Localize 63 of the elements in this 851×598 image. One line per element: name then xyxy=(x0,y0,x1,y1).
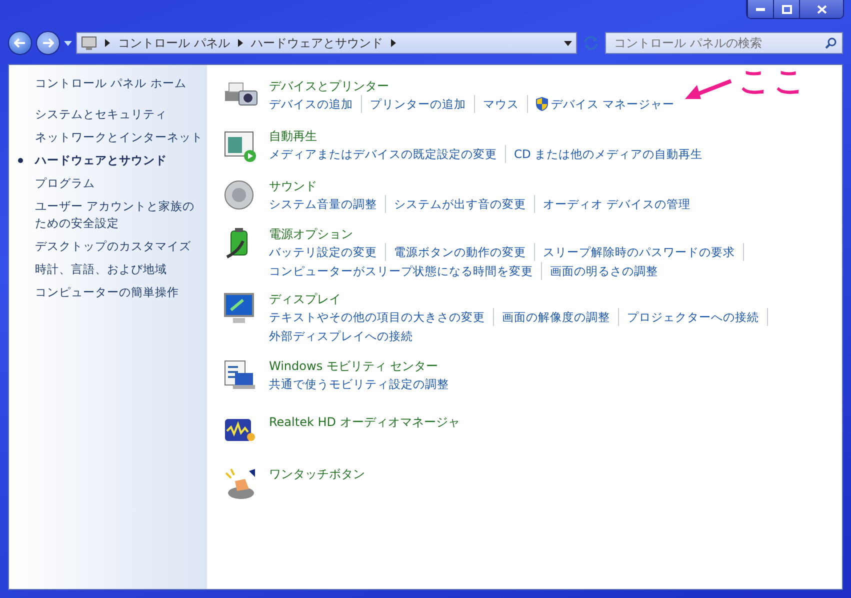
close-button[interactable] xyxy=(799,0,843,18)
dropdown-icon[interactable] xyxy=(64,40,72,46)
sidebar-item[interactable]: プログラム xyxy=(35,175,203,192)
dropdown-icon[interactable] xyxy=(564,40,572,46)
sidebar-item[interactable]: ユーザー アカウントと家族のための安全設定 xyxy=(35,198,203,232)
category-title[interactable]: ディスプレイ xyxy=(269,290,341,308)
sidebar-item[interactable]: ハードウェアとサウンド xyxy=(35,152,203,169)
task-link[interactable]: オーディオ デバイスの管理 xyxy=(543,195,699,213)
task-link[interactable]: 画面の解像度の調整 xyxy=(502,308,619,326)
task-link[interactable]: CD または他のメディアの自動再生 xyxy=(514,145,711,163)
chevron-icon[interactable] xyxy=(238,39,243,47)
task-link[interactable]: テキストやその他の項目の大きさの変更 xyxy=(269,308,494,326)
forward-button[interactable] xyxy=(36,31,60,55)
media-window-icon xyxy=(223,129,259,163)
breadcrumb[interactable]: コントロール パネル xyxy=(118,34,230,52)
back-arrow-icon xyxy=(14,38,26,48)
sidebar-home-link[interactable]: コントロール パネル ホーム xyxy=(35,75,203,92)
button-hand-icon xyxy=(223,467,257,501)
close-icon xyxy=(816,4,826,14)
sidebar-item[interactable]: コンピューターの簡単操作 xyxy=(35,284,203,301)
task-link[interactable]: コンピューターがスリープ状態になる時間を変更 xyxy=(269,262,542,280)
task-link[interactable]: プロジェクターへの接続 xyxy=(627,308,768,326)
sidebar-item[interactable]: 時計、言語、および地域 xyxy=(35,261,203,278)
task-link[interactable]: プリンターの追加 xyxy=(370,95,475,113)
task-link[interactable]: スリープ解除時のパスワードの要求 xyxy=(543,243,744,261)
breadcrumb[interactable]: ハードウェアとサウンド xyxy=(250,34,383,52)
task-link[interactable]: メディアまたはデバイスの既定設定の変更 xyxy=(269,145,506,163)
sidebar-item[interactable]: システムとセキュリティ xyxy=(35,106,203,123)
category-title[interactable]: Windows モビリティ センター xyxy=(269,357,438,375)
category-title[interactable]: Realtek HD オーディオマネージャ xyxy=(269,413,460,431)
task-link[interactable]: 電源ボタンの動作の変更 xyxy=(394,243,535,261)
task-link[interactable]: システムが出す音の変更 xyxy=(394,195,535,213)
maximize-button[interactable] xyxy=(773,0,799,18)
monitor-icon xyxy=(223,292,257,326)
category-title[interactable]: 自動再生 xyxy=(269,127,317,145)
task-link[interactable]: デバイス マネージャー xyxy=(536,95,683,113)
annotation-text: ここ xyxy=(739,65,809,98)
category-title[interactable]: ワンタッチボタン xyxy=(269,465,365,483)
chevron-icon[interactable] xyxy=(105,39,110,47)
bullet-icon xyxy=(18,158,23,163)
maximize-icon xyxy=(782,4,792,14)
minimize-icon xyxy=(756,8,765,10)
minimize-button[interactable] xyxy=(747,0,773,18)
forward-arrow-icon xyxy=(42,38,54,48)
task-link[interactable]: マウス xyxy=(483,95,528,113)
sidebar-item[interactable]: デスクトップのカスタマイズ xyxy=(35,238,203,255)
task-link[interactable]: 共通で使うモビリティ設定の調整 xyxy=(269,375,457,393)
task-link[interactable]: 画面の明るさの調整 xyxy=(550,262,666,280)
chevron-icon[interactable] xyxy=(390,39,396,47)
task-link[interactable]: 外部ディスプレイへの接続 xyxy=(269,327,421,345)
control-panel-icon xyxy=(81,36,97,50)
category-title[interactable]: デバイスとプリンター xyxy=(269,77,389,95)
category-title[interactable]: 電源オプション xyxy=(269,225,353,243)
task-link[interactable]: バッテリ設定の変更 xyxy=(269,243,386,261)
task-link[interactable]: システム音量の調整 xyxy=(269,195,386,213)
back-button[interactable] xyxy=(8,31,32,55)
search-field[interactable]: コントロール パネルの検索 xyxy=(605,32,843,54)
speaker-icon xyxy=(223,179,255,211)
address-bar[interactable]: コントロール パネル ハードウェアとサウンド xyxy=(76,32,577,54)
task-link[interactable]: デバイスの追加 xyxy=(269,95,362,113)
sidebar-item[interactable]: ネットワークとインターネット xyxy=(35,129,203,146)
search-icon[interactable] xyxy=(825,37,837,49)
category-title[interactable]: サウンド xyxy=(269,177,317,195)
